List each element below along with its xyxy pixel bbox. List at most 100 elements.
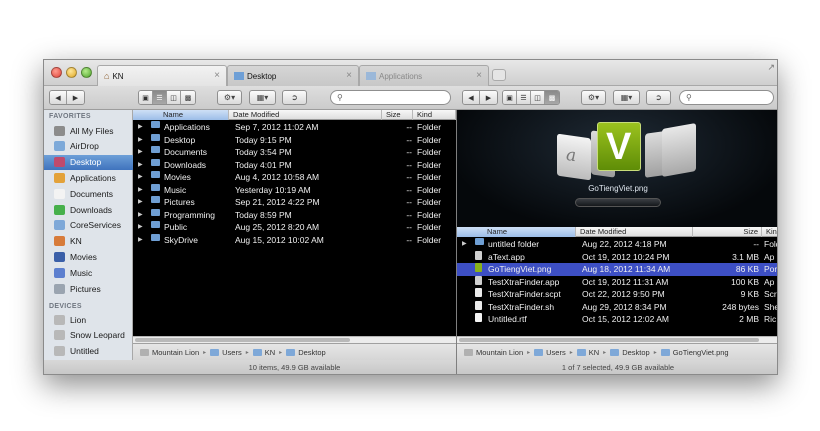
sidebar-item-desktop[interactable]: Desktop <box>44 154 133 170</box>
table-row[interactable]: ▶ Movies Aug 4, 2012 10:58 AM -- Folder <box>133 171 456 184</box>
left-horizontal-scrollbar[interactable] <box>133 336 456 343</box>
sidebar-item-coreservices[interactable]: CoreServices <box>44 218 133 233</box>
arrange-menu-button[interactable]: ▦▾ <box>249 90 276 105</box>
tab-kn[interactable]: ⌂ KN × <box>97 65 227 86</box>
table-row[interactable]: TestXtraFinder.scpt Oct 22, 2012 9:50 PM 9… <box>457 288 777 301</box>
new-tab-button[interactable] <box>492 69 506 81</box>
column-view-button[interactable]: ◫ <box>167 91 181 104</box>
arrange-menu-button[interactable]: ▦▾ <box>613 90 640 105</box>
search-input[interactable] <box>345 93 437 102</box>
cover-flow-button[interactable]: ▩ <box>181 91 195 104</box>
table-row[interactable]: ▶ Downloads Today 4:01 PM -- Folder <box>133 158 456 172</box>
table-row[interactable]: aText.app Oct 19, 2012 10:24 PM 3.1 MB Ap <box>457 250 777 264</box>
zoom-window-button[interactable] <box>81 67 92 78</box>
column-view-button[interactable]: ◫ <box>531 91 545 104</box>
breadcrumb-item[interactable]: Mountain Lion <box>464 348 523 357</box>
script-icon <box>475 300 482 310</box>
breadcrumb-item[interactable]: KN <box>576 348 599 357</box>
breadcrumb-item[interactable]: KN <box>252 348 275 357</box>
action-menu-button[interactable]: ⚙▾ <box>581 90 606 105</box>
selected-image-thumbnail[interactable]: V <box>597 122 641 171</box>
disclosure-triangle-icon[interactable]: ▶ <box>138 184 143 197</box>
table-row[interactable]: ▶ Music Yesterday 10:19 AM -- Folder <box>133 183 456 197</box>
action-menu-button[interactable]: ⚙▾ <box>217 90 242 105</box>
table-row[interactable]: ▶ Applications Sep 7, 2012 11:02 AM -- Folde… <box>133 121 456 134</box>
column-date-modified[interactable]: Date Modified <box>576 227 693 237</box>
share-button[interactable]: ➲ <box>282 90 307 105</box>
forward-button[interactable]: ▶ <box>67 91 84 104</box>
sidebar-item-applications[interactable]: Applications <box>44 170 133 185</box>
disclosure-triangle-icon[interactable]: ▶ <box>138 146 143 159</box>
tab-desktop[interactable]: Desktop × <box>227 65 359 86</box>
table-row[interactable]: ▶ Desktop Today 9:15 PM -- Folder <box>133 133 456 147</box>
disclosure-triangle-icon[interactable]: ▶ <box>138 171 143 184</box>
table-row[interactable]: ▶ Public Aug 25, 2012 8:20 AM -- Folder <box>133 221 456 234</box>
table-row[interactable]: TestXtraFinder.sh Aug 29, 2012 8:34 PM 248… <box>457 300 777 314</box>
table-row[interactable]: Untitled.rtf Oct 15, 2012 12:02 AM 2 MB Ric <box>457 313 777 326</box>
sidebar-item-pictures[interactable]: Pictures <box>44 281 133 296</box>
cover-flow-button[interactable]: ▩ <box>545 91 559 104</box>
file-name: untitled folder <box>488 239 540 249</box>
sidebar-item-untitled[interactable]: Untitled <box>44 344 133 359</box>
column-date-modified[interactable]: Date Modified <box>229 110 382 120</box>
back-button[interactable]: ◀ <box>50 91 67 104</box>
forward-button[interactable]: ▶ <box>480 91 497 104</box>
search-field[interactable]: ⚲ <box>330 90 451 105</box>
table-row[interactable]: ▶ Programming Today 8:59 PM -- Folder <box>133 208 456 222</box>
disclosure-triangle-icon[interactable]: ▶ <box>138 159 143 172</box>
sidebar-item-all-my-files[interactable]: All My Files <box>44 123 133 138</box>
tab-applications[interactable]: Applications × <box>359 65 489 86</box>
sidebar-item-movies[interactable]: Movies <box>44 249 133 264</box>
text-document-thumbnail[interactable]: a <box>557 133 591 181</box>
list-view-button[interactable]: ☰ <box>153 91 167 104</box>
close-window-button[interactable] <box>51 67 62 78</box>
close-tab-icon[interactable]: × <box>346 70 352 81</box>
fullscreen-icon[interactable]: ↗ <box>767 62 775 73</box>
search-input[interactable] <box>694 93 765 102</box>
breadcrumb-item[interactable]: Users <box>210 348 242 357</box>
search-field[interactable]: ⚲ <box>679 90 774 105</box>
sidebar-item-snow-leopard[interactable]: Snow Leopard <box>44 328 133 343</box>
table-row[interactable]: GoTiengViet.png Aug 18, 2012 11:34 AM 86 K… <box>457 263 777 276</box>
sidebar-item-music[interactable]: Music <box>44 265 133 280</box>
column-kind[interactable]: Kind <box>413 110 456 120</box>
icon-view-button[interactable]: ▣ <box>503 91 517 104</box>
icon-view-button[interactable]: ▣ <box>139 91 153 104</box>
close-tab-icon[interactable]: × <box>214 70 220 81</box>
column-kind[interactable]: Kind <box>762 227 777 237</box>
disclosure-triangle-icon[interactable]: ▶ <box>138 234 143 247</box>
disclosure-triangle-icon[interactable]: ▶ <box>138 134 143 147</box>
column-name[interactable]: Name <box>457 227 576 237</box>
close-tab-icon[interactable]: × <box>476 70 482 81</box>
table-row[interactable]: ▶ untitled folder Aug 22, 2012 4:18 PM -- Fo… <box>457 238 777 251</box>
disclosure-triangle-icon[interactable]: ▶ <box>138 196 143 209</box>
disclosure-triangle-icon[interactable]: ▶ <box>138 121 143 134</box>
list-view-button[interactable]: ☰ <box>517 91 531 104</box>
breadcrumb-item[interactable]: Desktop <box>286 348 326 357</box>
breadcrumb-item[interactable]: Desktop <box>610 348 650 357</box>
app-thumbnail[interactable] <box>662 123 696 177</box>
right-horizontal-scrollbar[interactable] <box>457 336 777 343</box>
breadcrumb-item[interactable]: GoTiengViet.png <box>660 348 729 357</box>
table-row[interactable]: ▶ Documents Today 3:54 PM -- Folder <box>133 146 456 159</box>
disclosure-triangle-icon[interactable]: ▶ <box>138 221 143 234</box>
table-row[interactable]: ▶ SkyDrive Aug 15, 2012 10:02 AM -- Folder <box>133 233 456 247</box>
back-button[interactable]: ◀ <box>463 91 480 104</box>
column-name[interactable]: Name <box>133 110 229 120</box>
sidebar-item-kn[interactable]: KN <box>44 234 133 249</box>
sidebar-item-lion[interactable]: Lion <box>44 312 133 327</box>
breadcrumb-item[interactable]: Mountain Lion <box>140 348 199 357</box>
breadcrumb-item[interactable]: Users <box>534 348 566 357</box>
table-row[interactable]: ▶ Pictures Sep 21, 2012 4:22 PM -- Folder <box>133 196 456 209</box>
share-button[interactable]: ➲ <box>646 90 671 105</box>
minimize-window-button[interactable] <box>66 67 77 78</box>
sidebar-item-downloads[interactable]: Downloads <box>44 202 133 217</box>
sidebar-item-documents[interactable]: Documents <box>44 186 133 201</box>
column-size[interactable]: Size <box>382 110 413 120</box>
column-size[interactable]: Size <box>693 227 762 237</box>
table-row[interactable]: TestXtraFinder.app Oct 19, 2012 11:31 AM 1… <box>457 275 777 289</box>
cover-flow-scrollbar[interactable] <box>575 198 661 207</box>
disclosure-triangle-icon[interactable]: ▶ <box>138 209 143 222</box>
sidebar-item-airdrop[interactable]: AirDrop <box>44 139 133 154</box>
disclosure-triangle-icon[interactable]: ▶ <box>462 238 467 251</box>
